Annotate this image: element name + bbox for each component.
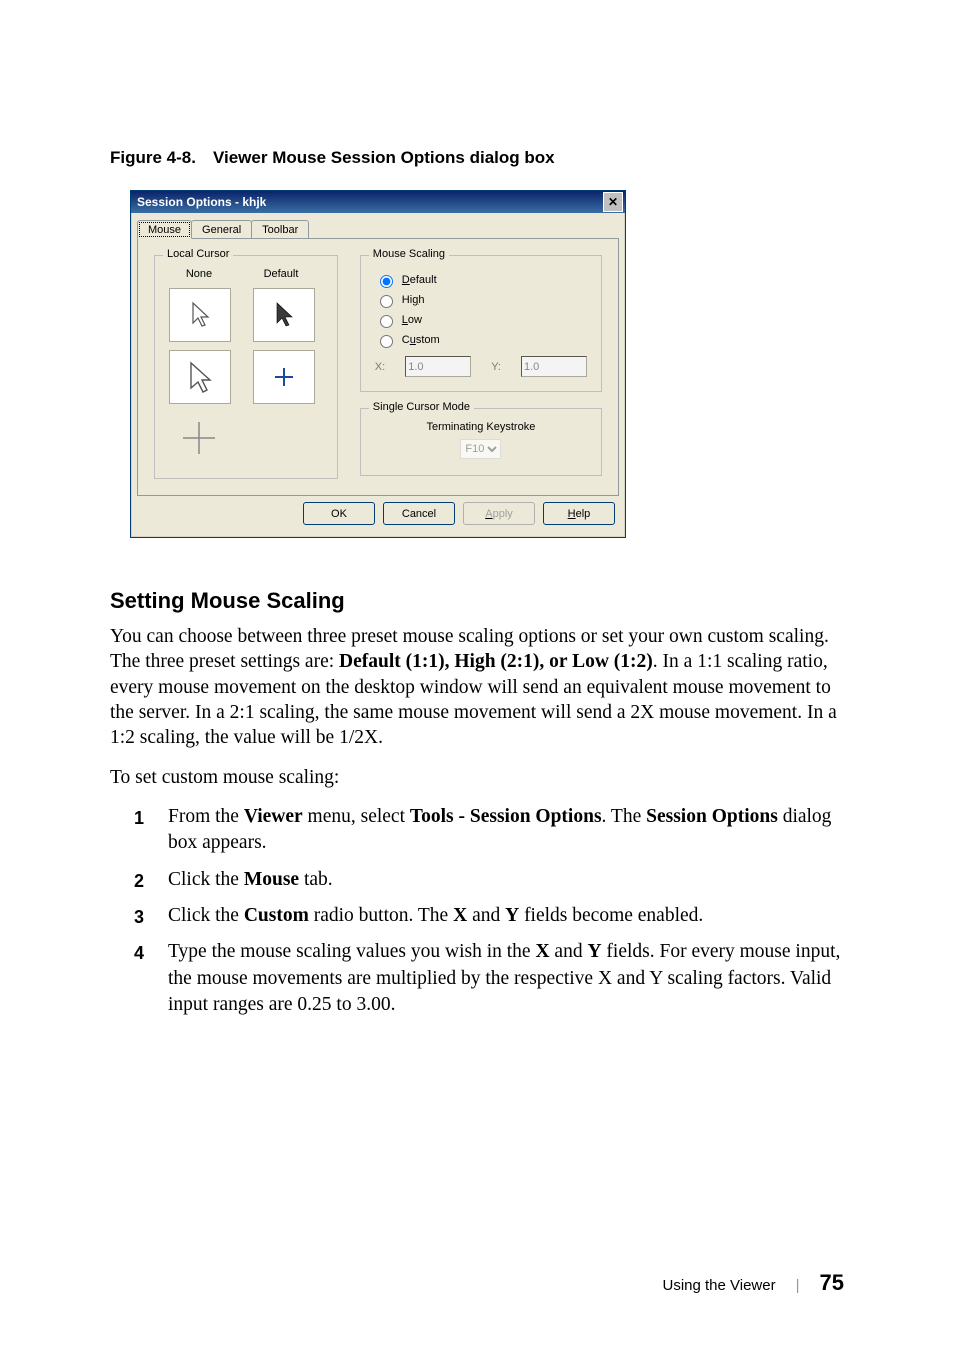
cursor-option-default-plus[interactable] <box>253 350 315 404</box>
single-cursor-group: Single Cursor Mode Terminating Keystroke… <box>360 408 602 476</box>
crosshair-icon <box>181 420 217 456</box>
step-4: Type the mouse scaling values you wish i… <box>134 939 844 1018</box>
footer-section: Using the Viewer <box>662 1277 775 1294</box>
cursor-option-none-arrow-outline[interactable] <box>169 288 231 342</box>
terminating-keystroke-select[interactable]: F10 <box>460 439 501 459</box>
footer-divider: | <box>796 1277 800 1294</box>
cursor-icon <box>186 360 214 394</box>
cancel-button[interactable]: Cancel <box>383 502 455 525</box>
mouse-scaling-title: Mouse Scaling <box>369 248 449 260</box>
radio-low-label: Low <box>402 314 422 326</box>
step-3: Click the Custom radio button. The X and… <box>134 903 844 929</box>
dialog-titlebar[interactable]: Session Options - khjk ✕ <box>131 191 625 213</box>
cursor-option-none-arrow-large[interactable] <box>169 350 231 404</box>
close-icon: ✕ <box>608 195 618 209</box>
paragraph-2: To set custom mouse scaling: <box>110 765 844 790</box>
page-number: 75 <box>820 1270 844 1296</box>
tab-toolbar[interactable]: Toolbar <box>251 220 309 238</box>
radio-low[interactable] <box>380 315 393 328</box>
apply-button[interactable]: Apply <box>463 502 535 525</box>
mouse-scaling-group: Mouse Scaling Default High Low <box>360 255 602 392</box>
dialog-title: Session Options - khjk <box>137 195 266 209</box>
ok-button[interactable]: OK <box>303 502 375 525</box>
page-footer: Using the Viewer | 75 <box>662 1270 844 1296</box>
radio-custom-row[interactable]: Custom <box>375 332 587 348</box>
help-button[interactable]: Help <box>543 502 615 525</box>
plus-icon <box>272 365 296 389</box>
radio-default[interactable] <box>380 275 393 288</box>
y-input[interactable] <box>521 356 587 377</box>
col-none: None <box>169 268 229 280</box>
radio-low-row[interactable]: Low <box>375 312 587 328</box>
step-2: Click the Mouse tab. <box>134 867 844 893</box>
close-button[interactable]: ✕ <box>603 192 623 212</box>
tab-mouse[interactable]: Mouse <box>137 220 192 239</box>
cursor-option-default-arrow-dark[interactable] <box>253 288 315 342</box>
radio-custom-label: Custom <box>402 334 440 346</box>
x-input[interactable] <box>405 356 471 377</box>
radio-default-label: Default <box>402 274 437 286</box>
radio-high[interactable] <box>380 295 393 308</box>
cursor-option-none-cross[interactable] <box>169 412 229 464</box>
session-options-dialog: Session Options - khjk ✕ Mouse General T… <box>130 190 626 538</box>
cursor-icon <box>189 301 211 329</box>
x-label: X: <box>375 361 385 373</box>
radio-high-row[interactable]: High <box>375 292 587 308</box>
y-label: Y: <box>491 361 501 373</box>
local-cursor-group: Local Cursor None Default <box>154 255 338 479</box>
cursor-icon <box>273 301 295 329</box>
radio-default-row[interactable]: Default <box>375 272 587 288</box>
tab-general[interactable]: General <box>191 220 252 238</box>
local-cursor-title: Local Cursor <box>163 248 233 260</box>
preset-names: Default (1:1), High (2:1), or Low (1:2) <box>339 651 653 672</box>
section-heading: Setting Mouse Scaling <box>110 588 844 614</box>
radio-custom[interactable] <box>380 335 393 348</box>
col-default: Default <box>251 268 311 280</box>
single-cursor-title: Single Cursor Mode <box>369 401 474 413</box>
terminating-keystroke-label: Terminating Keystroke <box>375 421 587 433</box>
radio-high-label: High <box>402 294 425 306</box>
step-1: From the Viewer menu, select Tools - Ses… <box>134 804 844 857</box>
figure-caption: Figure 4-8. Viewer Mouse Session Options… <box>110 148 844 168</box>
paragraph-1: You can choose between three preset mous… <box>110 624 844 751</box>
